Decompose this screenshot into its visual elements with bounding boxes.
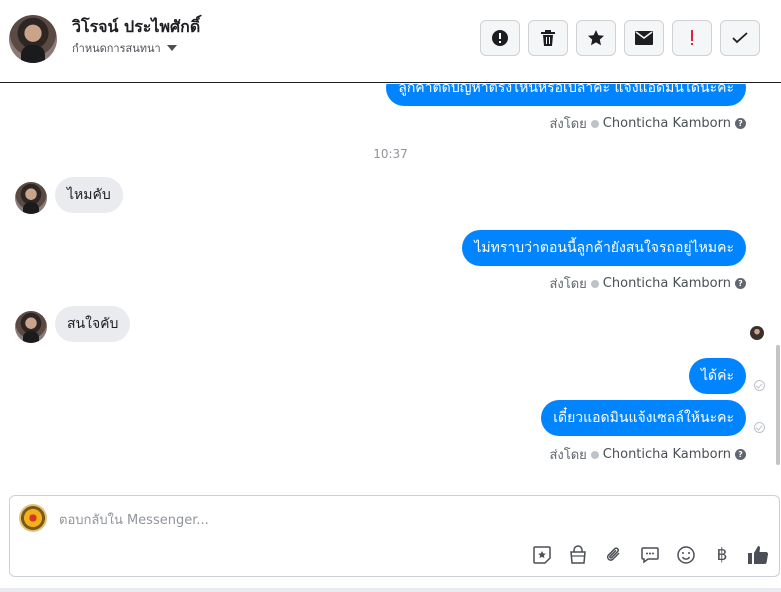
- time-separator: 10:37: [373, 147, 408, 161]
- caret-down-icon: [166, 45, 177, 51]
- outgoing-message[interactable]: ลูกค้าติดปัญหาตรงไหนหรือเปล่าคะ แจ้งแอดม…: [386, 84, 746, 106]
- incoming-message[interactable]: ไหมคับ: [55, 177, 123, 213]
- sent-by-prefix: ส่งโดย: [549, 117, 587, 132]
- conversation-settings-label: กำหนดการสนทนา: [72, 42, 161, 55]
- agent-name[interactable]: Chonticha Kamborn: [603, 447, 731, 462]
- report-icon: [492, 30, 508, 46]
- sent-by-line: ส่งโดย Chonticha Kamborn ?: [549, 444, 746, 465]
- sticker-icon: [533, 546, 551, 564]
- conversation-header: วิโรจน์ ประไพศักดิ์ กำหนดการสนทนา: [0, 0, 781, 83]
- trash-icon: [541, 30, 555, 46]
- customer-avatar[interactable]: [15, 182, 47, 214]
- saved-reply-button[interactable]: [638, 544, 662, 566]
- payment-icon: ฿: [716, 545, 728, 565]
- reply-input[interactable]: [57, 510, 761, 530]
- agent-name[interactable]: Chonticha Kamborn: [603, 116, 731, 131]
- outgoing-message[interactable]: ไม่ทราบว่าตอนนี้ลูกค้ายังสนใจรถอยู่ไหมคะ: [462, 230, 746, 266]
- delivered-check-icon: [754, 380, 765, 391]
- sent-check-icon: [590, 119, 599, 128]
- check-icon: [732, 32, 748, 44]
- sent-check-icon: [590, 279, 599, 288]
- contact-avatar[interactable]: [9, 15, 57, 63]
- customer-avatar[interactable]: [15, 311, 47, 343]
- saved-reply-icon: [641, 547, 659, 564]
- contact-name[interactable]: วิโรจน์ ประไพศักดิ์: [72, 15, 200, 40]
- seen-indicator-avatar: [750, 326, 764, 340]
- outgoing-message[interactable]: เดี๋ยวแอดมินแจ้งเซลล์ให้นะคะ: [541, 400, 746, 436]
- mark-unread-button[interactable]: [624, 20, 664, 56]
- conversation-settings-dropdown[interactable]: กำหนดการสนทนา: [72, 39, 177, 57]
- incoming-message[interactable]: สนใจคับ: [55, 306, 131, 342]
- delete-button[interactable]: [528, 20, 568, 56]
- help-icon[interactable]: ?: [735, 449, 746, 460]
- envelope-icon: [635, 31, 653, 45]
- sticker-button[interactable]: [530, 544, 554, 566]
- attach-button[interactable]: [602, 544, 626, 566]
- mark-important-button[interactable]: [672, 20, 712, 56]
- attach-icon: [606, 547, 620, 561]
- sent-by-prefix: ส่งโดย: [549, 277, 587, 292]
- done-button[interactable]: [720, 20, 760, 56]
- sent-by-line: ส่งโดย Chonticha Kamborn ?: [549, 113, 746, 134]
- delivered-check-icon: [754, 422, 765, 433]
- like-button[interactable]: [746, 544, 770, 566]
- emoji-button[interactable]: [674, 544, 698, 566]
- sent-by-prefix: ส่งโดย: [549, 448, 587, 463]
- shop-icon: [570, 545, 586, 564]
- sent-by-line: ส่งโดย Chonticha Kamborn ?: [549, 273, 746, 294]
- reply-composer: ฿: [9, 495, 780, 577]
- thread-scrollbar[interactable]: [776, 345, 780, 465]
- sent-check-icon: [590, 450, 599, 459]
- shop-button[interactable]: [566, 544, 590, 566]
- message-thread[interactable]: ลูกค้าติดปัญหาตรงไหนหรือเปล่าคะ แจ้งแอดม…: [0, 84, 781, 484]
- help-icon[interactable]: ?: [735, 278, 746, 289]
- bottom-border: [0, 588, 781, 592]
- star-icon: [588, 30, 604, 46]
- outgoing-message[interactable]: ได้ค่ะ: [688, 358, 746, 394]
- agent-name[interactable]: Chonticha Kamborn: [603, 276, 731, 291]
- like-icon: [748, 546, 769, 564]
- page-avatar: [19, 504, 47, 532]
- help-icon[interactable]: ?: [735, 118, 746, 129]
- star-button[interactable]: [576, 20, 616, 56]
- emoji-icon: [677, 546, 695, 564]
- payment-button[interactable]: ฿: [710, 544, 734, 566]
- exclamation-icon: [691, 30, 693, 45]
- report-button[interactable]: [480, 20, 520, 56]
